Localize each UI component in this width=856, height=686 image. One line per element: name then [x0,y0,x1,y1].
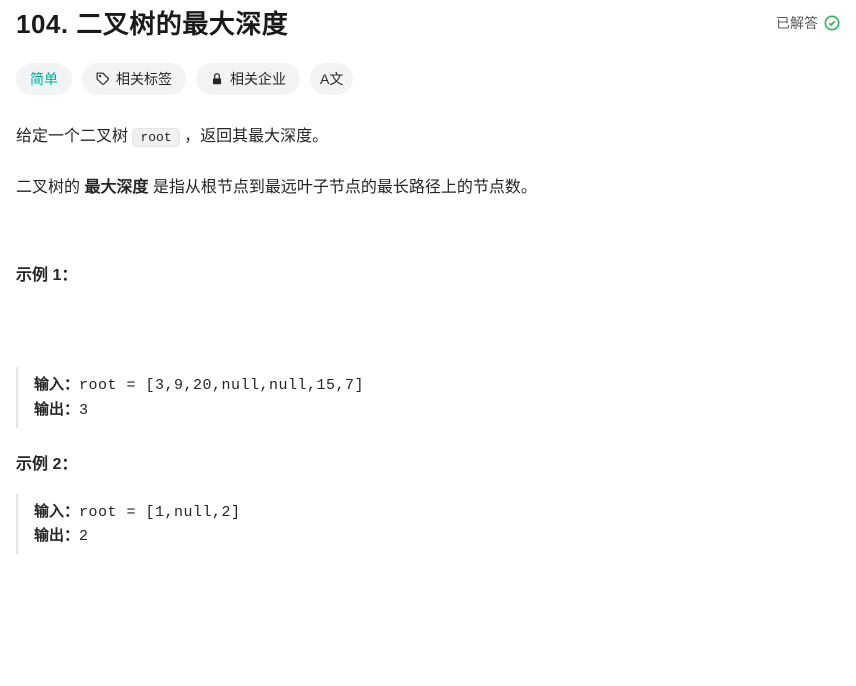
example-1-block: 输入：root = [3,9,20,null,null,15,7] 输出：3 [16,367,840,428]
example-2-title: 示例 2： [16,450,840,474]
description-line-2: 二叉树的 最大深度 是指从根节点到最远叶子节点的最长路径上的节点数。 [16,174,840,201]
header-row: 104. 二叉树的最大深度 已解答 [16,0,840,41]
inline-code-root: root [132,128,179,147]
solved-badge: 已解答 [776,13,840,33]
example-1-input: 输入：root = [3,9,20,null,null,15,7] [34,373,840,397]
related-tags-label: 相关标签 [116,69,172,89]
description-line-1: 给定一个二叉树 root ，返回其最大深度。 [16,123,840,150]
tag-icon [96,72,110,86]
translate-pill[interactable]: A文 [310,63,353,95]
related-tags-pill[interactable]: 相关标签 [82,63,186,95]
page-title: 104. 二叉树的最大深度 [16,4,288,41]
bold-term: 最大深度 [84,179,148,196]
related-companies-label: 相关企业 [230,69,286,89]
example-2-block: 输入：root = [1,null,2] 输出：2 [16,494,840,555]
solved-label: 已解答 [776,13,818,33]
example-2-input: 输入：root = [1,null,2] [34,500,840,524]
difficulty-pill[interactable]: 简单 [16,63,72,95]
example-1-title: 示例 1： [16,261,840,285]
description: 给定一个二叉树 root ，返回其最大深度。 二叉树的 最大深度 是指从根节点到… [16,123,840,201]
lock-icon [210,72,224,86]
example-1-output: 输出：3 [34,398,840,422]
tags-row: 简单 相关标签 相关企业 A文 [16,63,840,95]
related-companies-pill[interactable]: 相关企业 [196,63,300,95]
check-circle-icon [824,15,840,31]
example-2-output: 输出：2 [34,524,840,548]
